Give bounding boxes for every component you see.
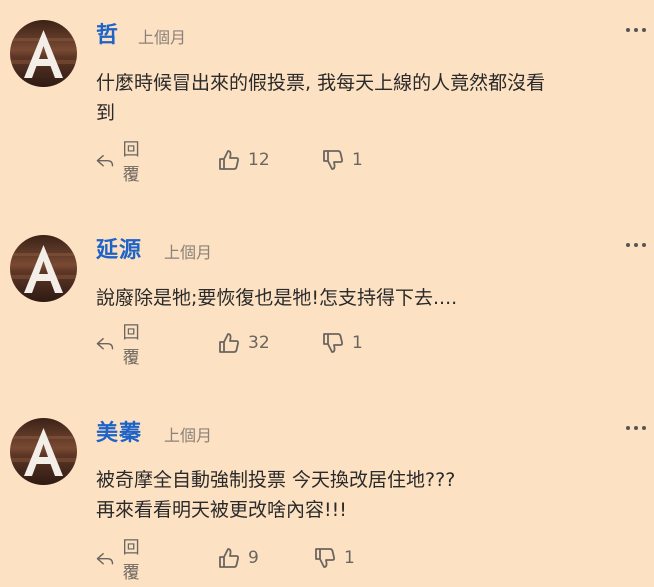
reply-label: 回覆 (122, 538, 140, 583)
reply-label: 回覆 (122, 323, 140, 368)
reply-label: 回覆 (122, 140, 140, 185)
reply-button[interactable]: 回覆 (96, 538, 147, 583)
comment-author[interactable]: 美蓁 (96, 420, 142, 448)
like-count: 32 (248, 333, 270, 353)
comment-item: 哲 上個月 什麼時候冒出來的假投票, 我每天上線的人竟然都沒看 到 回覆 12 … (0, 20, 654, 185)
avatar[interactable] (10, 20, 77, 87)
comment-author[interactable]: 延源 (96, 237, 142, 265)
letter-a-avatar-icon (10, 20, 77, 87)
like-count: 12 (248, 150, 270, 170)
reply-button[interactable]: 回覆 (96, 140, 147, 185)
dislike-button[interactable]: 1 (314, 546, 355, 570)
comment-item: 延源 上個月 說廢除是牠;要恢復也是牠!怎支持得下去.... 回覆 32 1 (0, 235, 654, 368)
letter-a-avatar-icon (10, 418, 77, 485)
dislike-button[interactable]: 1 (322, 148, 363, 172)
comment-text: 說廢除是牠;要恢復也是牠!怎支持得下去.... (96, 287, 458, 309)
thumbs-down-icon (323, 150, 343, 170)
thumbs-up-icon (219, 548, 239, 568)
thumbs-up-icon (219, 333, 239, 353)
dislike-count: 1 (352, 333, 363, 353)
dislike-button[interactable]: 1 (322, 331, 363, 355)
reply-arrow-icon (96, 154, 114, 167)
comment-text: 什麼時候冒出來的假投票, 我每天上線的人竟然都沒看 到 (96, 72, 546, 124)
avatar[interactable] (10, 418, 77, 485)
letter-a-avatar-icon (10, 235, 77, 302)
avatar[interactable] (10, 235, 77, 302)
thumbs-down-icon (323, 333, 343, 353)
comment-timestamp: 上個月 (138, 28, 187, 47)
like-button[interactable]: 9 (218, 546, 259, 570)
more-options-icon[interactable] (626, 24, 650, 36)
more-options-icon[interactable] (626, 239, 650, 251)
like-button[interactable]: 32 (218, 331, 270, 355)
comment-timestamp: 上個月 (164, 426, 213, 445)
comment-text: 被奇摩全自動強制投票 今天換改居住地??? 再來看看明天被更改啥內容!!! (96, 469, 456, 521)
reply-arrow-icon (96, 337, 114, 350)
comment-author[interactable]: 哲 (96, 22, 119, 50)
dislike-count: 1 (344, 548, 355, 568)
like-count: 9 (248, 548, 259, 568)
like-button[interactable]: 12 (218, 148, 270, 172)
dislike-count: 1 (352, 150, 363, 170)
thumbs-up-icon (219, 150, 239, 170)
thumbs-down-icon (315, 548, 335, 568)
comment-item: 美蓁 上個月 被奇摩全自動強制投票 今天換改居住地??? 再來看看明天被更改啥內… (0, 418, 654, 583)
reply-arrow-icon (96, 552, 114, 565)
comment-timestamp: 上個月 (164, 243, 213, 262)
more-options-icon[interactable] (626, 422, 650, 434)
reply-button[interactable]: 回覆 (96, 323, 147, 368)
